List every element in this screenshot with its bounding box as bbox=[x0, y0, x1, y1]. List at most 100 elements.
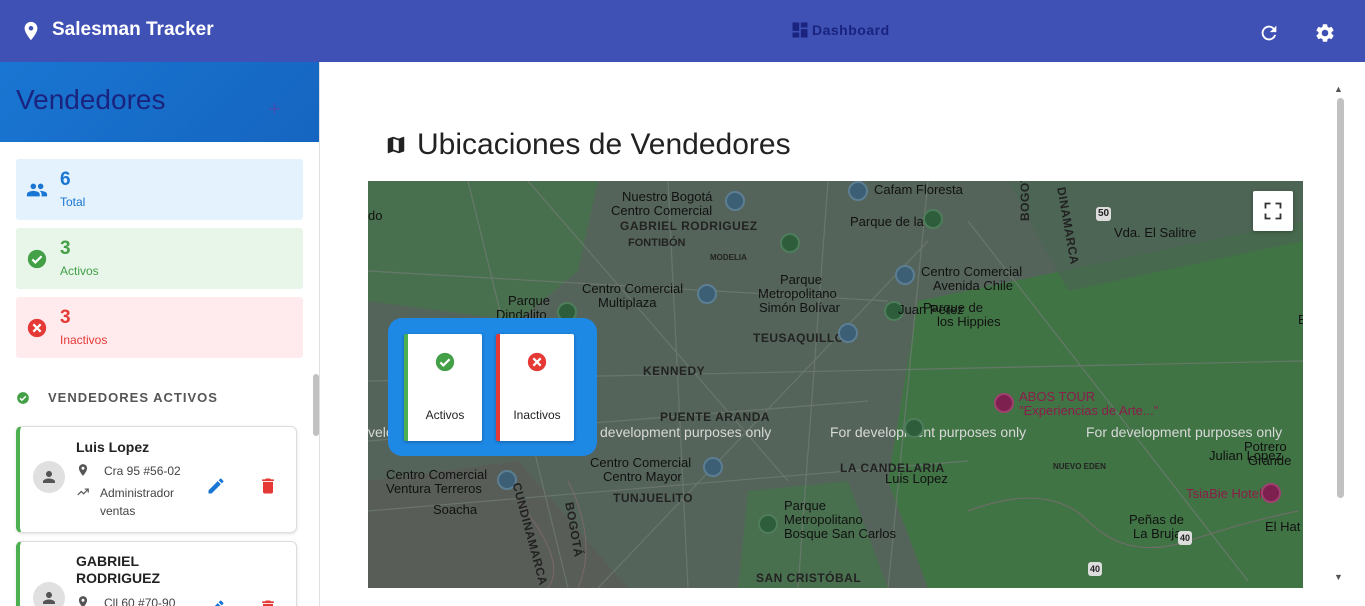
map-legend: Activos Inactivos bbox=[388, 318, 597, 456]
dashboard-icon bbox=[792, 22, 808, 38]
map-label: Luis Lopez bbox=[885, 471, 948, 486]
map-label: 40 bbox=[1178, 531, 1193, 545]
fullscreen-button[interactable] bbox=[1253, 191, 1293, 231]
delete-icon[interactable] bbox=[258, 476, 278, 496]
map-label: BOGOTÁ bbox=[1018, 181, 1032, 221]
cancel-circle-icon bbox=[527, 352, 547, 372]
location-pin-icon bbox=[78, 464, 88, 476]
poi-marker bbox=[697, 284, 717, 304]
stat-active-label: Activos bbox=[60, 264, 99, 278]
sidebar: Vendedores + 6 Total 3 Activos 3 Inactiv… bbox=[0, 62, 320, 606]
map-label: Centro Comercial bbox=[590, 455, 692, 470]
map-label: Centro Comercial bbox=[386, 467, 488, 482]
person-icon bbox=[43, 592, 55, 604]
map-label: Centro Comercial bbox=[921, 264, 1023, 279]
main-content: Ubicaciones de Vendedores do Nuestro Bog… bbox=[320, 62, 1365, 606]
main-scrollbar[interactable] bbox=[1337, 98, 1344, 498]
avatar bbox=[33, 582, 65, 606]
map-label: TUNJUELITO bbox=[613, 491, 694, 505]
vendor-map[interactable]: do Nuestro Bogotá Centro Comercial GABRI… bbox=[368, 181, 1303, 588]
map-label: Metropolitano bbox=[784, 512, 863, 527]
map-label: La Bruja bbox=[1133, 526, 1182, 541]
stat-active-card: 3 Activos bbox=[16, 228, 303, 289]
stat-active-value: 3 bbox=[60, 238, 71, 259]
stat-total-card: 6 Total bbox=[16, 159, 303, 220]
stat-inactive-value: 3 bbox=[60, 307, 71, 328]
edit-icon[interactable] bbox=[206, 476, 226, 496]
map-label: los Hippies bbox=[937, 314, 1001, 329]
map-label: Centro Mayor bbox=[603, 469, 682, 484]
avatar bbox=[33, 461, 65, 493]
legend-active[interactable]: Activos bbox=[404, 334, 482, 441]
page-title: Ubicaciones de Vendedores bbox=[385, 128, 791, 162]
dashboard-link[interactable]: Dashboard bbox=[790, 20, 890, 40]
check-circle-icon bbox=[17, 391, 29, 404]
legend-inactive-label: Inactivos bbox=[513, 408, 561, 422]
vendor-card[interactable]: GABRIEL RODRIGUEZ Cll 60 #70-90 bbox=[16, 541, 297, 606]
vendor-role: Administrador ventas bbox=[100, 486, 175, 518]
vendor-role-line: Administrador ventas bbox=[76, 484, 186, 520]
gear-icon[interactable] bbox=[1314, 22, 1336, 44]
scroll-up-arrow-icon[interactable]: ▲ bbox=[1334, 84, 1343, 94]
map-label: E bbox=[1298, 312, 1303, 327]
map-label: MODELIA bbox=[710, 253, 747, 262]
vendor-address: Cra 95 #56-02 bbox=[104, 464, 181, 478]
fullscreen-icon bbox=[1264, 202, 1282, 220]
map-label: TsiaBie Hotel bbox=[1186, 486, 1262, 501]
cancel-circle-icon bbox=[27, 318, 47, 338]
map-label: 40 bbox=[1088, 562, 1103, 576]
map-label: Multiplaza bbox=[598, 295, 657, 310]
poi-marker bbox=[758, 514, 778, 534]
map-label: Metropolitano bbox=[758, 286, 837, 301]
map-label: Centro Comercial bbox=[582, 281, 684, 296]
refresh-icon[interactable] bbox=[1258, 22, 1280, 44]
map-label: Julian Lopez bbox=[1209, 448, 1282, 463]
map-label: Vda. El Salitre bbox=[1114, 225, 1197, 240]
map-label: KENNEDY bbox=[643, 364, 706, 378]
map-label: Centro Comercial bbox=[611, 203, 713, 218]
map-icon bbox=[387, 136, 405, 154]
map-label: Simón Bolívar bbox=[759, 300, 840, 315]
delete-icon[interactable] bbox=[258, 598, 278, 606]
sidebar-scrollbar[interactable] bbox=[313, 374, 319, 436]
app-title: Salesman Tracker bbox=[52, 19, 214, 40]
check-circle-icon bbox=[435, 352, 455, 372]
map-label: Cafam Floresta bbox=[874, 182, 963, 197]
legend-inactive[interactable]: Inactivos bbox=[496, 334, 574, 441]
map-label: GABRIEL RODRIGUEZ bbox=[620, 219, 758, 233]
scroll-down-arrow-icon[interactable]: ▼ bbox=[1334, 572, 1343, 582]
location-pin-icon bbox=[78, 596, 88, 606]
vendor-card[interactable]: Luis Lopez Cra 95 #56-02 Administrador v… bbox=[16, 426, 297, 533]
trending-up-icon bbox=[77, 488, 89, 496]
map-label: Parque de bbox=[923, 300, 983, 315]
map-dev-watermark: development purposes only bbox=[600, 424, 772, 440]
poi-marker bbox=[780, 233, 800, 253]
add-vendor-button[interactable]: + bbox=[268, 98, 281, 120]
vendor-address: Cll 60 #70-90 bbox=[104, 596, 176, 606]
location-pin-icon bbox=[24, 21, 38, 41]
vendor-address-line: Cra 95 #56-02 bbox=[76, 462, 181, 480]
map-label: Peñas de bbox=[1129, 512, 1184, 527]
active-vendors-section-header: VENDEDORES ACTIVOS bbox=[16, 390, 218, 405]
legend-active-label: Activos bbox=[425, 408, 465, 422]
map-label: PUENTE ARANDA bbox=[660, 410, 771, 424]
map-label: NUEVO EDEN bbox=[1053, 462, 1106, 471]
vendor-name: Luis Lopez bbox=[76, 439, 150, 455]
map-label: TEUSAQUILLO bbox=[753, 331, 845, 345]
map-label: Soacha bbox=[433, 502, 478, 517]
stat-inactive-label: Inactivos bbox=[60, 333, 108, 347]
vendor-address-line: Cll 60 #70-90 bbox=[76, 594, 175, 606]
poi-marker bbox=[725, 191, 745, 211]
poi-marker bbox=[848, 181, 868, 201]
people-icon bbox=[26, 183, 48, 197]
top-app-bar: Salesman Tracker Dashboard bbox=[0, 0, 1365, 62]
map-label: Ventura Terreros bbox=[386, 481, 482, 496]
map-label: SAN CRISTÓBAL bbox=[756, 571, 862, 585]
map-label: Parque bbox=[784, 498, 826, 513]
map-label: 50 bbox=[1096, 207, 1112, 221]
vendor-name: GABRIEL RODRIGUEZ bbox=[76, 553, 160, 586]
stat-inactive-card: 3 Inactivos bbox=[16, 297, 303, 358]
edit-icon[interactable] bbox=[206, 598, 226, 606]
map-label: Parque bbox=[508, 293, 550, 308]
map-label: Bosque San Carlos bbox=[784, 526, 897, 541]
